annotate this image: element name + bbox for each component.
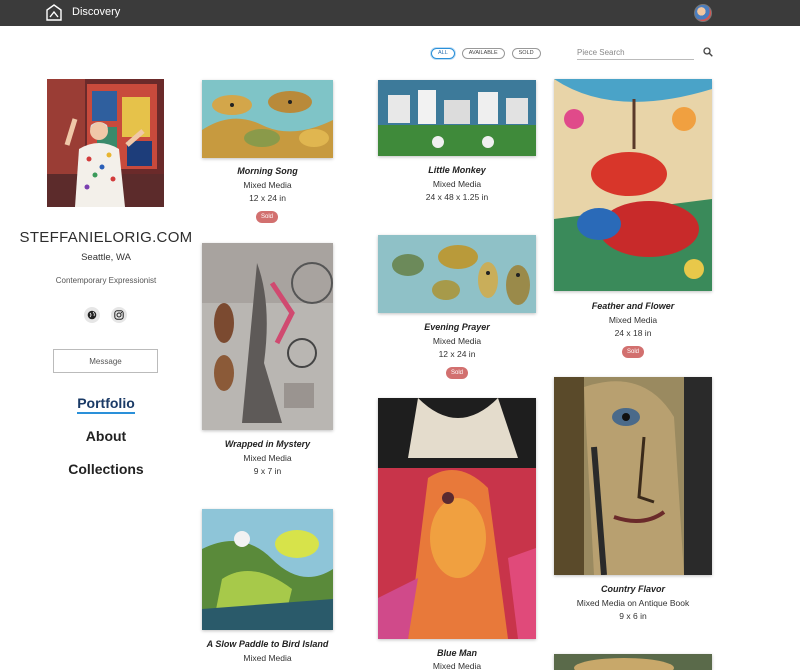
brand-link[interactable]: Discovery <box>72 6 120 18</box>
artist-name: STEFFANIELORIG.COM <box>19 229 193 246</box>
artwork-medium: Mixed Media <box>432 179 482 189</box>
artwork-image[interactable] <box>554 654 712 670</box>
artwork-title[interactable]: Wrapped in Mystery <box>202 439 333 449</box>
sold-badge: Sold <box>622 346 644 358</box>
artwork-title[interactable]: Little Monkey <box>378 165 536 175</box>
nav-collections[interactable]: Collections <box>0 461 212 477</box>
artwork-card[interactable]: Blue Man Mixed Media <box>378 398 536 670</box>
top-bar: Discovery <box>0 0 800 26</box>
artist-location: Seattle, WA <box>81 252 131 263</box>
artwork-image[interactable] <box>202 80 333 158</box>
search-icon[interactable] <box>703 47 713 57</box>
filter-all[interactable]: ALL <box>431 48 455 59</box>
artwork-size: 9 x 7 in <box>253 466 282 476</box>
nav-about[interactable]: About <box>0 428 212 444</box>
artwork-size: 24 x 18 in <box>614 328 652 338</box>
artwork-medium: Mixed Media <box>432 661 482 670</box>
artwork-medium: Mixed Media <box>432 336 482 346</box>
nav-portfolio[interactable]: Portfolio <box>0 395 212 414</box>
artwork-medium: Mixed Media <box>243 453 292 463</box>
message-button[interactable]: Message <box>53 349 158 373</box>
search-input[interactable] <box>577 46 694 60</box>
artwork-medium: Mixed Media on Antique Book <box>576 598 690 608</box>
globe-icon <box>87 310 97 320</box>
nav-portfolio-label: Portfolio <box>77 395 135 414</box>
artwork-title[interactable]: Feather and Flower <box>554 301 712 311</box>
artwork-title[interactable]: Evening Prayer <box>378 322 536 332</box>
artwork-image[interactable] <box>554 377 712 575</box>
artwork-title[interactable]: Blue Man <box>378 648 536 658</box>
artwork-size: 12 x 24 in <box>438 349 476 359</box>
artwork-size: 9 x 6 in <box>619 611 647 621</box>
artwork-card[interactable]: Little Monkey Mixed Media 24 x 48 x 1.25… <box>378 80 536 205</box>
instagram-button[interactable] <box>111 307 127 323</box>
artwork-medium: Mixed Media <box>243 180 292 190</box>
artwork-card[interactable]: A Slow Paddle to Bird Island Mixed Media <box>202 509 333 670</box>
artist-tagline: Contemporary Expressionist <box>55 276 157 285</box>
filter-sold[interactable]: SOLD <box>511 48 541 59</box>
filter-group: ALL AVAILABLE SOLD <box>431 48 541 59</box>
artwork-card[interactable]: Evening Prayer Mixed Media 12 x 24 in So… <box>378 235 536 385</box>
artwork-card[interactable]: Morning Song Mixed Media 12 x 24 in Sold <box>202 80 333 230</box>
artwork-title[interactable]: Country Flavor <box>554 584 712 594</box>
artwork-card[interactable] <box>554 654 712 670</box>
user-avatar[interactable] <box>694 4 712 22</box>
artwork-title[interactable]: Morning Song <box>202 166 333 176</box>
website-button[interactable] <box>84 307 100 323</box>
artwork-image[interactable] <box>378 80 536 156</box>
profile-photo <box>47 79 164 207</box>
sold-badge: Sold <box>446 367 468 379</box>
artwork-image[interactable] <box>202 243 333 430</box>
instagram-icon <box>114 310 124 320</box>
artwork-card[interactable]: Country Flavor Mixed Media on Antique Bo… <box>554 377 712 627</box>
discovery-logo-icon[interactable] <box>46 4 62 22</box>
filter-available[interactable]: AVAILABLE <box>461 48 505 59</box>
artwork-image[interactable] <box>378 235 536 313</box>
artwork-image[interactable] <box>554 79 712 291</box>
artwork-medium: Mixed Media <box>608 315 658 325</box>
artwork-title[interactable]: A Slow Paddle to Bird Island <box>202 639 333 649</box>
artwork-image[interactable] <box>378 398 536 639</box>
artwork-image[interactable] <box>202 509 333 630</box>
artwork-card[interactable]: Wrapped in Mystery Mixed Media 9 x 7 in <box>202 243 333 478</box>
artwork-medium: Mixed Media <box>243 653 292 663</box>
artwork-card[interactable]: Feather and Flower Mixed Media 24 x 18 i… <box>554 79 712 361</box>
sold-badge: Sold <box>256 211 278 223</box>
artwork-size: 12 x 24 in <box>249 193 286 203</box>
artwork-size: 24 x 48 x 1.25 in <box>425 192 489 202</box>
